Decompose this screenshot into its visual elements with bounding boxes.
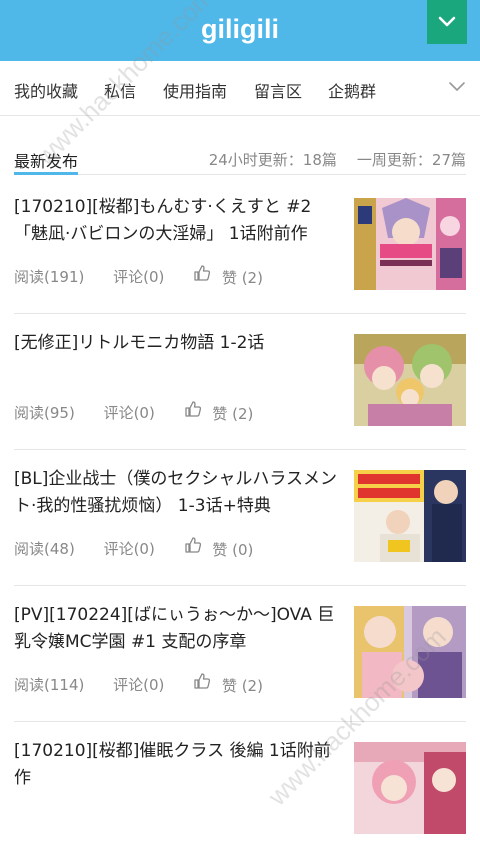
- like-count: 赞 (2): [221, 677, 263, 695]
- post-thumbnail[interactable]: [354, 606, 466, 698]
- read-count: 阅读(114): [14, 675, 85, 694]
- post-item[interactable]: [无修正]リトルモニカ物語 1-2话 阅读(95) 评论(0) 赞 (2): [0, 314, 480, 450]
- category-nav: 我的收藏 私信 使用指南 留言区 企鹅群: [0, 61, 480, 116]
- thumbs-up-icon: [194, 265, 211, 281]
- nav-item-guestbook[interactable]: 留言区: [254, 78, 302, 102]
- like-button[interactable]: 赞 (2): [184, 400, 254, 424]
- read-count: 阅读(191): [14, 267, 85, 286]
- comment-count[interactable]: 评论(0): [104, 538, 155, 559]
- nav-item-favorites[interactable]: 我的收藏: [14, 78, 78, 102]
- post-item[interactable]: [BL]企业战士（僕のセクシャルハラスメント·我的性骚扰烦恼） 1-3话+特典 …: [0, 450, 480, 586]
- latest-section-header: 最新发布 24小时更新：18篇 一周更新：27篇: [0, 115, 480, 177]
- stat-week: 一周更新：27篇: [356, 151, 466, 169]
- post-thumbnail[interactable]: [354, 198, 466, 290]
- update-stats: 24小时更新：18篇 一周更新：27篇: [209, 149, 466, 170]
- post-thumbnail[interactable]: [354, 742, 466, 834]
- like-count: 赞 (2): [221, 269, 263, 287]
- nav-item-guide[interactable]: 使用指南: [163, 78, 227, 102]
- post-item[interactable]: [170210][桜都]催眠クラス 後編 1话附前作: [0, 722, 480, 858]
- stat-24h: 24小时更新：18篇: [208, 151, 337, 169]
- thumbs-up-icon: [184, 537, 201, 553]
- post-title[interactable]: [BL]企业战士（僕のセクシャルハラスメント·我的性骚扰烦恼） 1-3话+特典: [14, 466, 344, 520]
- comment-count[interactable]: 评论(0): [113, 674, 164, 695]
- read-count: 阅读(95): [14, 403, 75, 422]
- comment-count[interactable]: 评论(0): [113, 266, 164, 287]
- comment-count[interactable]: 评论(0): [104, 402, 155, 423]
- like-count: 赞 (0): [212, 541, 254, 559]
- nav-expand-chevron-icon[interactable]: [448, 81, 466, 93]
- read-count: 阅读(48): [14, 539, 75, 558]
- post-thumbnail[interactable]: [354, 470, 466, 562]
- nav-item-qq-group[interactable]: 企鹅群: [328, 78, 376, 102]
- thumbs-up-icon: [194, 673, 211, 689]
- post-title[interactable]: [无修正]リトルモニカ物語 1-2话: [14, 330, 344, 357]
- thumbs-up-icon: [184, 401, 201, 417]
- post-title[interactable]: [170210][桜都]催眠クラス 後編 1话附前作: [14, 738, 344, 792]
- post-meta: 阅读(191) 评论(0) 赞 (2): [14, 264, 263, 288]
- nav-item-messages[interactable]: 私信: [104, 78, 136, 102]
- post-thumbnail[interactable]: [354, 334, 466, 426]
- top-bar: giligili: [0, 0, 480, 61]
- like-button[interactable]: 赞 (2): [193, 672, 263, 696]
- like-button[interactable]: 赞 (0): [184, 536, 254, 560]
- section-title[interactable]: 最新发布: [14, 148, 78, 172]
- post-item[interactable]: [170210][桜都]もんむす·くえすと #2「魅凪·バビロンの大淫婦」 1话…: [0, 178, 480, 314]
- like-button[interactable]: 赞 (2): [193, 264, 263, 288]
- post-title[interactable]: [170210][桜都]もんむす·くえすと #2「魅凪·バビロンの大淫婦」 1话…: [14, 194, 344, 248]
- section-divider: [14, 174, 466, 175]
- chevron-down-icon: [438, 16, 456, 27]
- menu-toggle-button[interactable]: [427, 0, 467, 44]
- post-item[interactable]: [PV][170224][ばにぃうぉ～か～]OVA 巨乳令嬢MC学園 #1 支配…: [0, 586, 480, 722]
- like-count: 赞 (2): [212, 405, 254, 423]
- post-meta: 阅读(48) 评论(0) 赞 (0): [14, 536, 253, 560]
- post-meta: 阅读(95) 评论(0) 赞 (2): [14, 400, 253, 424]
- post-title[interactable]: [PV][170224][ばにぃうぉ～か～]OVA 巨乳令嬢MC学園 #1 支配…: [14, 602, 344, 656]
- active-tab-underline: [14, 172, 78, 175]
- post-meta: 阅读(114) 评论(0) 赞 (2): [14, 672, 263, 696]
- app-logo[interactable]: giligili: [0, 14, 480, 45]
